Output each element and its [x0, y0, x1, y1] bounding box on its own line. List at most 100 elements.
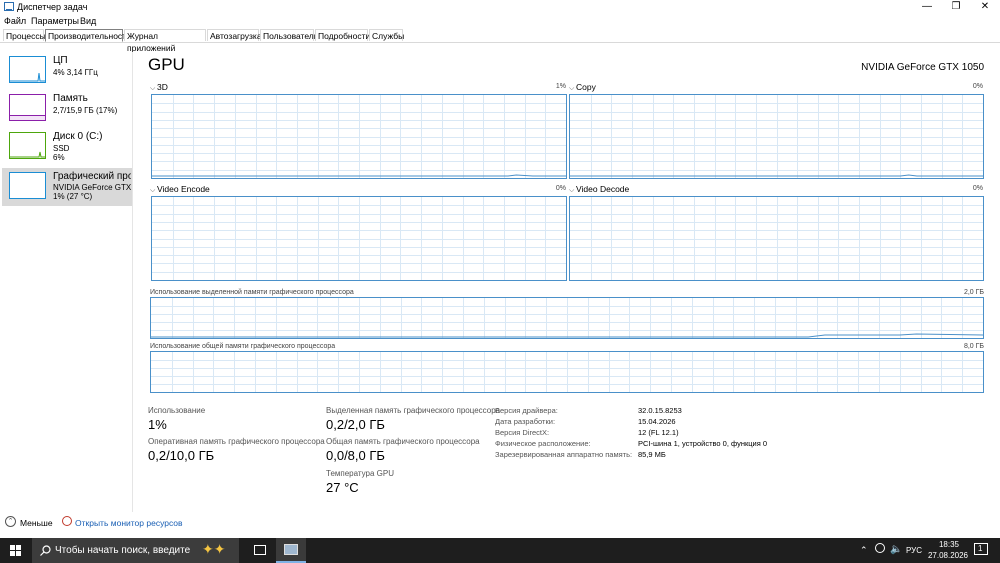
dedicated-memory-label: Выделенная память графического процессор…: [326, 406, 501, 415]
physical-location-label: Физическое расположение:: [495, 439, 591, 448]
minimize-button[interactable]: —: [913, 0, 941, 14]
physical-location-value: PCI-шина 1, устройство 0, функция 0: [638, 439, 768, 448]
sidebar-item-memory[interactable]: Память 2,7/15,9 ГБ (17%): [2, 90, 132, 128]
close-button[interactable]: ✕: [971, 0, 999, 14]
clock-date[interactable]: 27.08.2026: [926, 551, 970, 560]
engine-pct: 1%: [555, 83, 566, 90]
sidebar-item-label: Диск 0 (C:): [53, 131, 103, 142]
taskbar-search-box[interactable]: Чтобы начать поиск, введите ✦✦: [32, 538, 239, 563]
engine-selector-video-decode[interactable]: ⌵ Video Decode: [569, 184, 629, 195]
dedicated-memory-value: 0,2/2,0 ГБ: [326, 417, 385, 432]
gpu-memory-value: 0,2/10,0 ГБ: [148, 448, 215, 463]
gdec-grid: [570, 197, 983, 280]
tab-performance[interactable]: Производительность: [45, 29, 131, 42]
cpu-mini-graph: [9, 56, 46, 83]
graph-dedicated-memory: [150, 297, 984, 339]
gpu-model-name: NVIDIA GeForce GTX 1050: [861, 62, 984, 73]
sidebar-item-label: ЦП: [53, 55, 68, 66]
chevron-down-icon: ⌵: [150, 187, 156, 194]
driver-date-value: 15.04.2026: [638, 417, 676, 426]
sidebar-item-disk[interactable]: Диск 0 (C:) SSD 6%: [2, 128, 132, 166]
graph-video-decode: [569, 196, 984, 281]
tab-users[interactable]: Пользователи: [260, 29, 318, 41]
engine-selector-3d[interactable]: ⌵ 3D: [150, 82, 168, 93]
engine-pct: 0%: [972, 83, 983, 90]
directx-version-value: 12 (FL 12.1): [638, 428, 679, 437]
menu-bar: Файл Параметры Вид: [0, 15, 1000, 27]
sidebar-item-cpu[interactable]: ЦП 4% 3,14 ГГц: [2, 52, 132, 90]
shared-memory-label: Общая память графического процессора: [326, 437, 480, 446]
sidebar-item-sub: NVIDIA GeForce GTX 105: [53, 183, 131, 192]
globe-icon[interactable]: [875, 543, 885, 553]
driver-version-value: 32.0.15.8253: [638, 406, 682, 415]
sidebar-item-sub2: 6%: [53, 153, 65, 162]
chevron-up-icon[interactable]: ⌃: [5, 516, 16, 527]
chevron-down-icon: ⌵: [569, 85, 575, 92]
tab-processes[interactable]: Процессы: [3, 29, 46, 41]
usage-value: 1%: [148, 417, 167, 432]
gsh-grid: [151, 352, 983, 392]
language-indicator[interactable]: РУС: [906, 546, 922, 555]
dedicated-memory-graph-label: Использование выделенной памяти графичес…: [150, 289, 354, 296]
chevron-down-icon: ⌵: [569, 187, 575, 194]
directx-version-label: Версия DirectX:: [495, 428, 550, 437]
shared-memory-max: 8,0 ГБ: [963, 343, 984, 350]
engine-pct: 0%: [555, 185, 566, 192]
g3d-grid: [152, 95, 566, 178]
tab-startup[interactable]: Автозагрузка: [207, 29, 262, 41]
menu-file[interactable]: Файл: [4, 16, 26, 26]
speaker-icon[interactable]: 🔈: [890, 544, 902, 555]
window-title: Диспетчер задач: [17, 2, 88, 12]
search-icon: [40, 545, 51, 556]
sidebar-item-gpu[interactable]: Графический про NVIDIA GeForce GTX 105 1…: [2, 168, 132, 206]
dedicated-memory-max: 2,0 ГБ: [963, 289, 984, 296]
sidebar-item-sub: SSD: [53, 144, 70, 153]
windows-start-icon[interactable]: [10, 545, 21, 556]
task-manager-icon: [284, 544, 298, 555]
shared-memory-graph-label: Использование общей памяти графического …: [150, 343, 336, 350]
taskbar-task-manager-button[interactable]: [276, 538, 306, 563]
gpu-memory-label: Оперативная память графического процессо…: [148, 437, 325, 446]
sidebar-item-sub2: 1% (27 °C): [53, 192, 93, 201]
sidebar-item-label: Графический про: [53, 171, 131, 182]
menu-view[interactable]: Вид: [80, 16, 96, 26]
shared-memory-value: 0,0/8,0 ГБ: [326, 448, 385, 463]
notification-count: 1: [978, 544, 983, 553]
sidebar-item-sub: 2,7/15,9 ГБ (17%): [53, 106, 118, 115]
resource-sidebar: ЦП 4% 3,14 ГГц Память 2,7/15,9 ГБ (17%) …: [0, 52, 133, 512]
engine-label: 3D: [157, 82, 168, 92]
sidebar-item-sub: 4% 3,14 ГГц: [53, 68, 98, 77]
gpu-temperature-value: 27 °C: [326, 480, 359, 495]
maximize-button[interactable]: ❐: [942, 0, 970, 14]
chevron-down-icon: ⌵: [150, 85, 156, 92]
driver-version-label: Версия драйвера:: [495, 406, 558, 415]
engine-selector-video-encode[interactable]: ⌵ Video Encode: [150, 184, 210, 195]
task-view-icon[interactable]: [254, 545, 266, 555]
graph-video-encode: [151, 196, 567, 281]
page-title: GPU: [148, 55, 185, 74]
clock-time[interactable]: 18:35: [930, 540, 968, 549]
open-resource-monitor-link[interactable]: Открыть монитор ресурсов: [75, 518, 183, 528]
usage-label: Использование: [148, 406, 206, 415]
sparkle-icon: ✦✦: [202, 541, 226, 557]
tab-app-history[interactable]: Журнал приложений: [124, 29, 206, 53]
genc-grid: [152, 197, 566, 280]
graph-shared-memory: [150, 351, 984, 393]
engine-label: Video Encode: [157, 184, 210, 194]
tab-services[interactable]: Службы: [369, 29, 404, 41]
tab-details[interactable]: Подробности: [315, 29, 370, 41]
notification-icon[interactable]: 1: [974, 543, 988, 555]
gcopy-grid: [570, 95, 983, 178]
task-manager-icon: [4, 2, 14, 11]
engine-pct: 0%: [972, 185, 983, 192]
title-bar: Диспетчер задач — ❐ ✕: [0, 0, 1000, 14]
fewer-details-link[interactable]: Меньше: [20, 518, 53, 528]
engine-selector-copy[interactable]: ⌵ Copy: [569, 82, 596, 93]
memory-mini-graph: [9, 94, 46, 121]
tab-bar: Процессы Производительность Журнал прило…: [0, 29, 1000, 53]
chevron-up-icon[interactable]: ⌃: [860, 545, 868, 556]
resource-monitor-icon: [62, 516, 72, 526]
menu-options[interactable]: Параметры: [31, 16, 79, 26]
footer: ⌃ Меньше Открыть монитор ресурсов: [0, 513, 1000, 535]
gpu-mini-graph: [9, 172, 46, 199]
